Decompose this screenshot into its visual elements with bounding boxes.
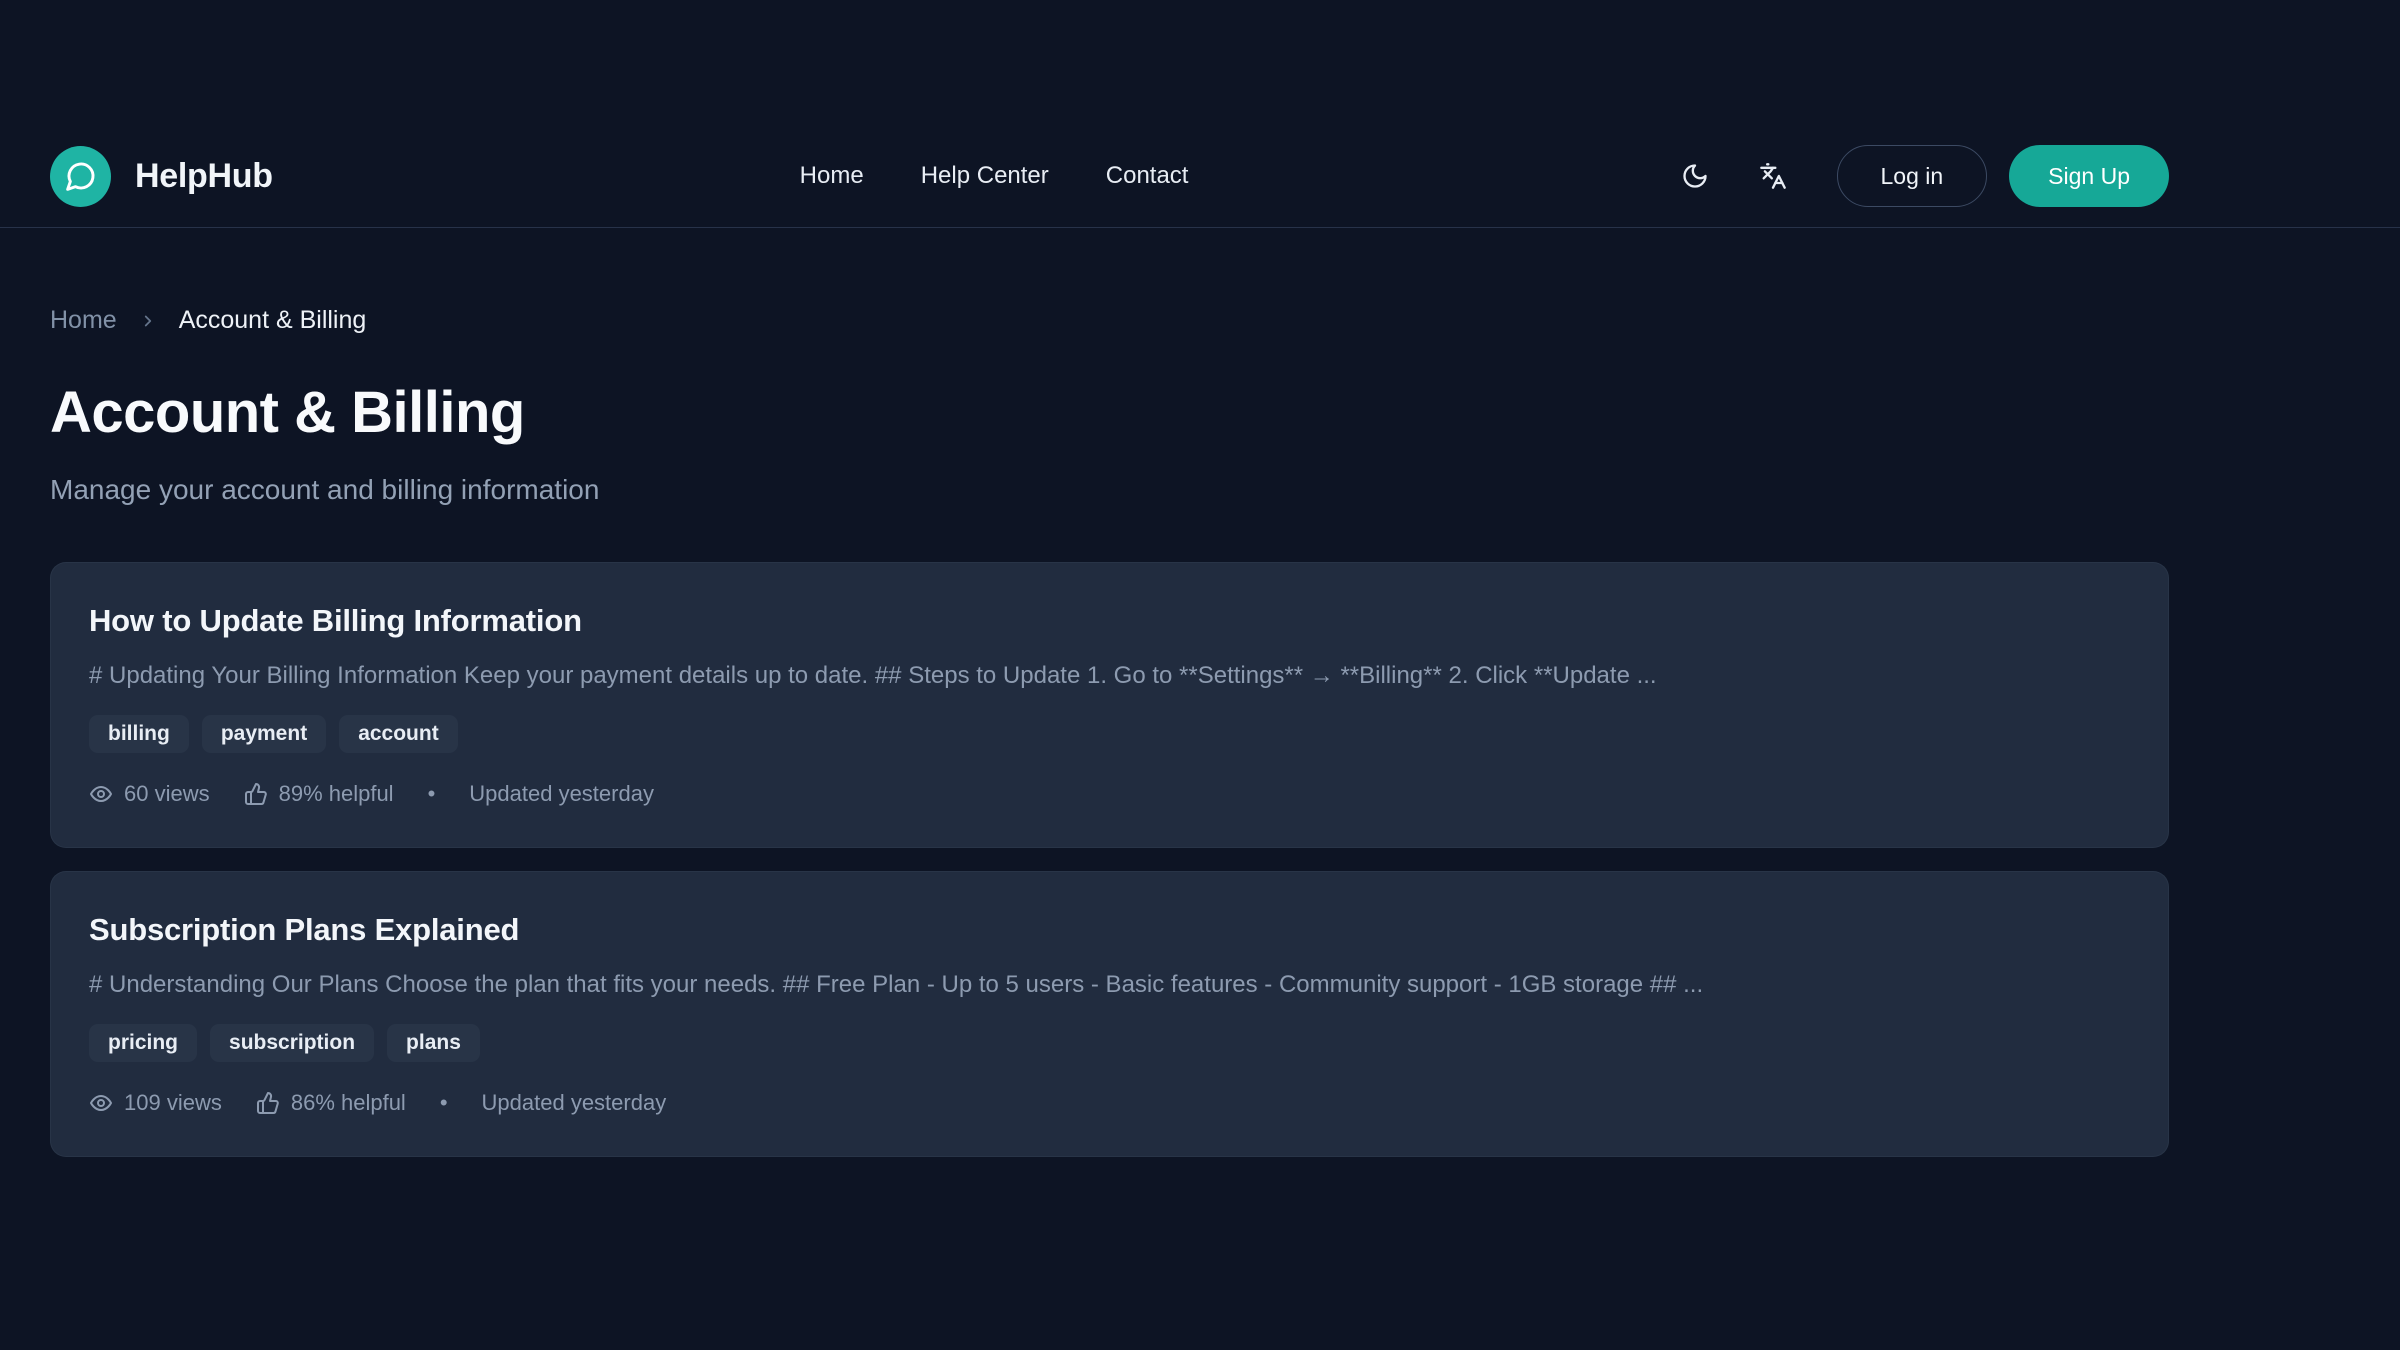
main-nav: Home Help Center Contact [800, 162, 1189, 190]
main-content: Home Account & Billing Account & Billing… [50, 306, 2169, 1157]
breadcrumb: Home Account & Billing [50, 306, 2169, 335]
tag-chip[interactable]: account [339, 715, 458, 753]
page-subtitle: Manage your account and billing informat… [50, 474, 2169, 506]
article-card[interactable]: How to Update Billing Information # Upda… [50, 562, 2169, 848]
breadcrumb-current: Account & Billing [179, 306, 367, 335]
updated-label: Updated yesterday [469, 781, 654, 807]
chevron-right-icon [139, 312, 157, 330]
tag-chip[interactable]: subscription [210, 1024, 374, 1062]
tag-chip[interactable]: payment [202, 715, 326, 753]
article-tags: billing payment account [89, 715, 2128, 753]
article-tags: pricing subscription plans [89, 1024, 2128, 1062]
nav-link-home[interactable]: Home [800, 162, 864, 190]
header-actions: Log in Sign Up [1667, 145, 2170, 207]
updated-label: Updated yesterday [482, 1090, 667, 1116]
article-excerpt: # Updating Your Billing Information Keep… [89, 662, 2128, 690]
language-button[interactable] [1745, 148, 1801, 204]
dot-separator: • [428, 781, 436, 807]
signup-button[interactable]: Sign Up [2009, 145, 2169, 207]
helpful-stat: 86% helpful [256, 1090, 406, 1116]
page-title: Account & Billing [50, 379, 2169, 446]
article-title[interactable]: How to Update Billing Information [89, 603, 2128, 639]
thumbs-up-icon [244, 782, 268, 806]
thumbs-up-icon [256, 1091, 280, 1115]
article-meta: 60 views 89% helpful • Updated yesterday [89, 781, 2128, 807]
brand-logo-link[interactable]: HelpHub [50, 146, 273, 207]
chat-bubble-icon [65, 160, 97, 192]
article-card[interactable]: Subscription Plans Explained # Understan… [50, 871, 2169, 1157]
article-meta: 109 views 86% helpful • Updated yesterda… [89, 1090, 2128, 1116]
breadcrumb-home-link[interactable]: Home [50, 306, 117, 335]
views-stat: 109 views [89, 1090, 222, 1116]
moon-icon [1681, 162, 1709, 190]
dot-separator: • [440, 1090, 448, 1116]
nav-link-help-center[interactable]: Help Center [921, 162, 1049, 190]
helphub-logo [50, 146, 111, 207]
article-excerpt: # Understanding Our Plans Choose the pla… [89, 971, 2128, 999]
site-header: HelpHub Home Help Center Contact Log in … [0, 0, 2400, 228]
article-title[interactable]: Subscription Plans Explained [89, 912, 2128, 948]
brand-name: HelpHub [135, 157, 273, 196]
helpful-percent: 89% helpful [279, 781, 394, 807]
views-count: 60 views [124, 781, 210, 807]
tag-chip[interactable]: plans [387, 1024, 480, 1062]
nav-link-contact[interactable]: Contact [1106, 162, 1189, 190]
views-count: 109 views [124, 1090, 222, 1116]
login-button[interactable]: Log in [1837, 145, 1988, 207]
tag-chip[interactable]: billing [89, 715, 189, 753]
views-stat: 60 views [89, 781, 210, 807]
helpful-stat: 89% helpful [244, 781, 394, 807]
translate-icon [1759, 162, 1787, 190]
tag-chip[interactable]: pricing [89, 1024, 197, 1062]
eye-icon [89, 782, 113, 806]
theme-toggle-button[interactable] [1667, 148, 1723, 204]
eye-icon [89, 1091, 113, 1115]
article-list: How to Update Billing Information # Upda… [50, 562, 2169, 1157]
helpful-percent: 86% helpful [291, 1090, 406, 1116]
